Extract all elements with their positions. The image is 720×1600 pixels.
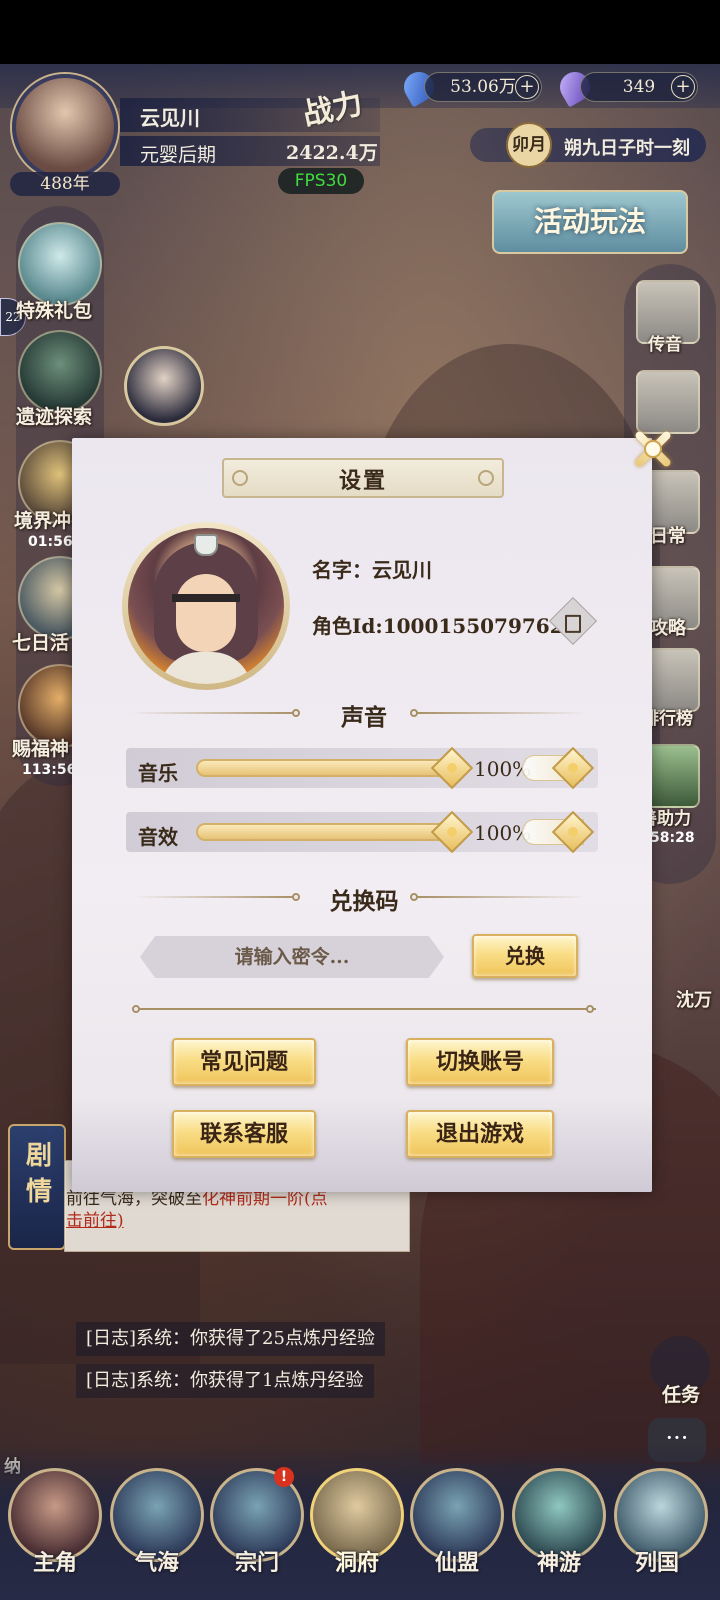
sect-alert-badge: ! bbox=[274, 1467, 294, 1487]
add-jade-button[interactable]: + bbox=[671, 75, 695, 99]
portrait-crown bbox=[194, 534, 218, 556]
player-age: 488年 bbox=[10, 172, 120, 196]
music-label: 音乐 bbox=[138, 761, 178, 785]
jade-counter: 349 + bbox=[580, 72, 698, 102]
character-name: 名字：云见川 bbox=[312, 558, 432, 582]
character-portrait bbox=[122, 522, 290, 690]
portrait-image bbox=[128, 528, 284, 684]
nav-protagonist-label: 主角 bbox=[32, 1550, 77, 1576]
jade-value: 349 bbox=[622, 77, 656, 97]
redeem-code-input[interactable] bbox=[140, 936, 444, 978]
event-banner-label: 活动玩法 bbox=[533, 205, 646, 238]
dialog-shade bbox=[72, 1100, 652, 1192]
player-realm: 元婴后期 bbox=[140, 144, 217, 166]
calendar-date: 朔九日子时一刻 bbox=[564, 138, 690, 159]
section-divider bbox=[134, 896, 296, 898]
realm-breakthrough-timer: 01:56 bbox=[28, 534, 73, 550]
sfx-slider[interactable] bbox=[196, 823, 458, 841]
blessing-timer: 113:56 bbox=[22, 762, 77, 778]
section-divider bbox=[416, 712, 586, 714]
event-banner-button[interactable]: 活动玩法 bbox=[492, 190, 688, 254]
ruins-explore-label: 遗迹探索 bbox=[16, 406, 93, 428]
character-id: 角色Id:10001550797624 bbox=[312, 614, 578, 638]
music-slider[interactable] bbox=[196, 759, 458, 777]
nav-alliance-label: 仙盟 bbox=[434, 1550, 479, 1576]
dialog-title: 设置 bbox=[338, 468, 387, 494]
portrait-face bbox=[176, 574, 236, 652]
player-name: 云见川 bbox=[140, 106, 200, 130]
switch-account-button[interactable]: 切换账号 bbox=[406, 1038, 554, 1086]
status-bar bbox=[0, 0, 720, 64]
section-divider bbox=[136, 1008, 596, 1010]
story-text-b: 化神前期一阶(点 bbox=[202, 1189, 328, 1209]
system-log-line: [日志]系统：你获得了25点炼丹经验 bbox=[76, 1322, 385, 1356]
seven-day-label: 七日活 bbox=[12, 632, 70, 654]
month-badge: 卯月 bbox=[506, 122, 552, 168]
sound-section-header: 声音 bbox=[341, 704, 387, 731]
portrait-headband bbox=[172, 594, 240, 602]
system-log-line: [日志]系统：你获得了1点炼丹经验 bbox=[76, 1364, 374, 1398]
assist-timer: 58:28 bbox=[650, 830, 695, 846]
divider-dot bbox=[586, 1005, 594, 1013]
nav-sect-label: 宗门 bbox=[234, 1550, 279, 1576]
story-quest-link[interactable]: 击前往) bbox=[66, 1206, 124, 1231]
spirit-stone-value: 53.06万 bbox=[450, 77, 516, 97]
fps-counter: FPS30 bbox=[278, 168, 364, 194]
realm-breakthrough-label: 境界冲 bbox=[14, 510, 72, 532]
exit-game-button[interactable]: 退出游戏 bbox=[406, 1110, 554, 1158]
guide-label: 攻略 bbox=[650, 618, 686, 639]
contact-support-button[interactable]: 联系客服 bbox=[172, 1110, 316, 1158]
divider-dot bbox=[132, 1005, 140, 1013]
npc-name-label: 沈万 bbox=[676, 990, 712, 1011]
faq-button[interactable]: 常见问题 bbox=[172, 1038, 316, 1086]
redeem-button[interactable]: 兑换 bbox=[472, 934, 578, 978]
story-tag[interactable]: 剧情 bbox=[8, 1124, 66, 1250]
task-label: 任务 bbox=[662, 1384, 701, 1406]
npc-portrait[interactable] bbox=[124, 346, 204, 426]
redeem-section-header: 兑换码 bbox=[329, 888, 399, 915]
special-gift-label: 特殊礼包 bbox=[16, 300, 93, 322]
close-icon-center bbox=[644, 440, 662, 458]
combat-power-value: 2422.4万 bbox=[286, 142, 378, 164]
message-label: 传音 bbox=[648, 335, 682, 355]
sfx-label: 音效 bbox=[138, 825, 178, 849]
blessing-label: 赐福神 bbox=[12, 738, 70, 760]
nav-shenyou-label: 神游 bbox=[536, 1550, 581, 1576]
nav-qihai-label: 气海 bbox=[134, 1550, 179, 1576]
add-spirit-stone-button[interactable]: + bbox=[515, 75, 539, 99]
spirit-stone-counter: 53.06万 + bbox=[424, 72, 542, 102]
special-gift-button[interactable] bbox=[18, 222, 102, 306]
section-divider bbox=[416, 896, 586, 898]
nav-dongfu-label: 洞府 bbox=[334, 1550, 379, 1576]
player-avatar[interactable] bbox=[12, 74, 118, 180]
section-divider bbox=[130, 712, 296, 714]
nav-kingdoms-label: 列国 bbox=[634, 1550, 679, 1576]
close-button[interactable] bbox=[628, 424, 678, 474]
daily-label: 日常 bbox=[650, 526, 686, 547]
story-tag-label: 剧情 bbox=[25, 1141, 52, 1207]
